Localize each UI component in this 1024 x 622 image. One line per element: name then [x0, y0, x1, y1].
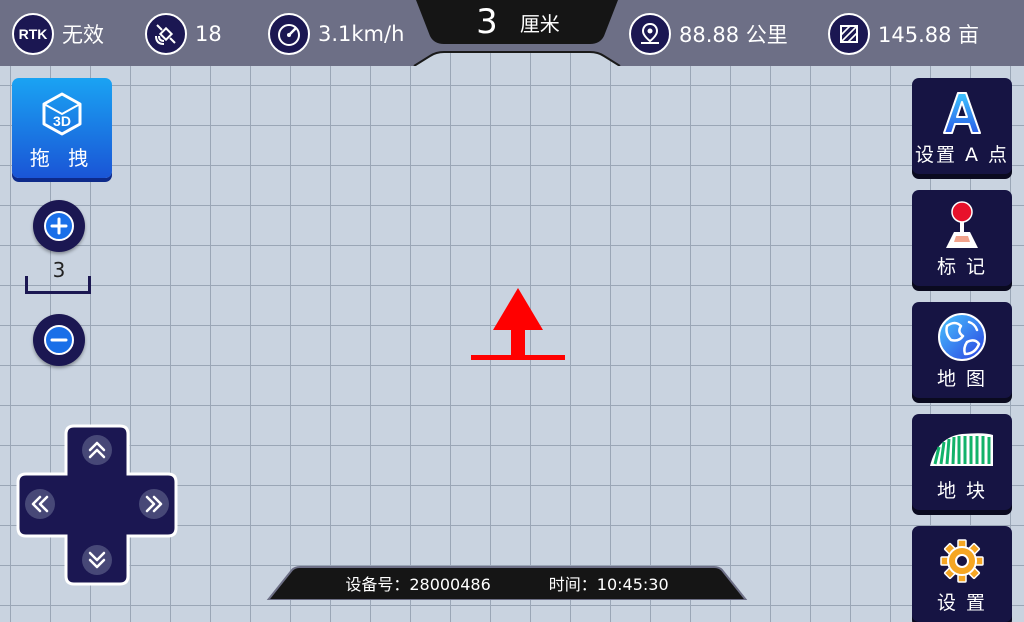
area-readout: 145.88 亩	[828, 12, 979, 56]
distance-readout: 88.88 公里	[629, 12, 788, 56]
field-button[interactable]: 地 块	[912, 414, 1012, 510]
settings-label: 设 置	[936, 592, 988, 614]
settings-button[interactable]: 设 置	[912, 526, 1012, 622]
speedometer-icon	[268, 13, 310, 55]
satellite-count-value: 18	[195, 22, 222, 46]
letter-a-icon	[943, 92, 981, 134]
top-status-bar: RTK 无效 18 3.1km/h 3 厘米 88.88 公里 145.88 亩	[0, 0, 1024, 66]
direction-pad	[16, 424, 178, 586]
area-value: 145.88 亩	[878, 23, 980, 47]
speed-value: 3.1km/h	[318, 22, 405, 46]
move-left-button[interactable]	[20, 484, 60, 524]
rtk-badge-icon: RTK	[12, 13, 54, 55]
double-chevron-down-icon	[82, 545, 112, 575]
move-down-button[interactable]	[77, 540, 117, 580]
rtk-status-value: 无效	[62, 23, 104, 47]
3d-cube-icon: 3D	[42, 92, 82, 136]
bottom-info-bar: 设备号：28000486 时间：10:45:30	[262, 566, 752, 600]
vehicle-heading-arrow-icon	[471, 288, 565, 360]
minus-icon	[44, 325, 74, 355]
current-time: 时间：10:45:30	[548, 575, 669, 594]
move-right-button[interactable]	[134, 484, 174, 524]
speed-readout: 3.1km/h	[268, 12, 404, 56]
set-a-point-label: 设置 A 点	[914, 144, 1010, 166]
double-chevron-left-icon	[25, 489, 55, 519]
move-up-button[interactable]	[77, 430, 117, 470]
precision-readout: 3 厘米	[430, 0, 606, 44]
globe-icon	[938, 313, 986, 361]
plus-icon	[44, 211, 74, 241]
joystick-marker-icon	[946, 201, 978, 248]
double-chevron-right-icon	[139, 489, 169, 519]
drag-button[interactable]: 3D 拖 拽	[12, 78, 112, 178]
rtk-status: RTK 无效	[12, 12, 104, 56]
location-pin-icon	[629, 13, 671, 55]
mark-label: 标 记	[936, 256, 988, 278]
precision-value: 3	[476, 2, 498, 42]
area-icon	[828, 13, 870, 55]
zoom-in-button[interactable]	[33, 200, 85, 252]
bottom-info-row: 设备号：28000486 时间：10:45:30	[262, 566, 752, 600]
svg-text:3D: 3D	[53, 113, 71, 129]
mark-button[interactable]: 标 记	[912, 190, 1012, 286]
map-button[interactable]: 地 图	[912, 302, 1012, 398]
set-a-point-button[interactable]: 设置 A 点	[912, 78, 1012, 174]
double-chevron-up-icon	[82, 435, 112, 465]
zoom-out-button[interactable]	[33, 314, 85, 366]
device-id: 设备号：28000486	[345, 575, 491, 594]
field-label: 地 块	[936, 480, 988, 502]
rtk-badge-text: RTK	[18, 26, 48, 42]
distance-value: 88.88 公里	[679, 23, 788, 47]
drag-button-label: 拖 拽	[29, 146, 95, 170]
zoom-level-bracket	[25, 276, 91, 294]
satellite-icon	[145, 13, 187, 55]
field-rows-icon	[930, 433, 993, 466]
map-label: 地 图	[936, 368, 988, 390]
gear-icon	[940, 539, 984, 583]
satellite-count: 18	[145, 12, 222, 56]
precision-unit: 厘米	[519, 11, 560, 36]
